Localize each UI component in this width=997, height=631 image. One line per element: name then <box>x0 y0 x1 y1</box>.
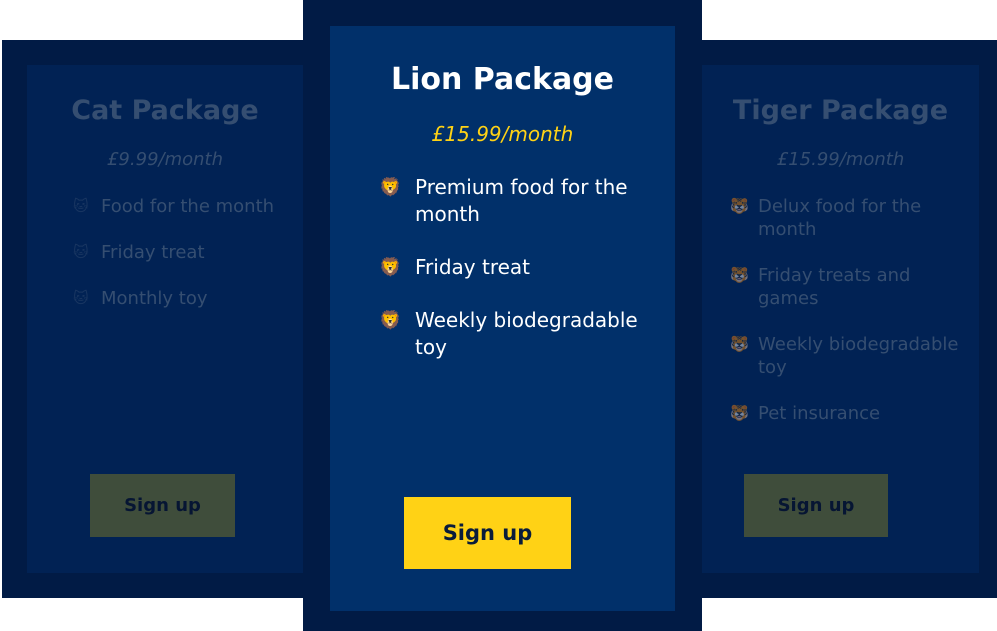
tiger-face-icon: 🐯 <box>730 197 749 215</box>
tiger-signup-button[interactable]: Sign up <box>744 474 888 537</box>
list-item: 🐯 Delux food for the month <box>730 195 970 241</box>
cat-package-title: Cat Package <box>71 95 259 126</box>
tiger-package-price: £15.99/month <box>776 149 905 170</box>
list-item: 🦁 Premium food for the month <box>379 174 659 228</box>
lion-feature-list: 🦁 Premium food for the month 🦁 Friday tr… <box>379 174 659 387</box>
list-item: 🐱 Friday treat <box>73 241 293 264</box>
tiger-feature-list: 🐯 Delux food for the month 🐯 Friday trea… <box>730 195 970 448</box>
tiger-package-card: Tiger Package £15.99/month 🐯 Delux food … <box>702 65 979 573</box>
tiger-face-icon: 🐯 <box>730 335 749 353</box>
feature-label: Weekly biodegradable toy <box>758 334 959 378</box>
feature-label: Friday treat <box>415 255 530 279</box>
cat-face-icon: 🐱 <box>73 243 89 261</box>
feature-label: Food for the month <box>101 196 275 217</box>
list-item: 🐯 Weekly biodegradable toy <box>730 333 970 379</box>
cat-package-frame: Cat Package £9.99/month 🐱 Food for the m… <box>2 40 312 598</box>
feature-label: Friday treat <box>101 242 205 263</box>
feature-label: Premium food for the month <box>415 175 628 226</box>
tiger-package-frame: Tiger Package £15.99/month 🐯 Delux food … <box>696 40 997 598</box>
cat-feature-list: 🐱 Food for the month 🐱 Friday treat 🐱 Mo… <box>73 195 293 333</box>
feature-label: Delux food for the month <box>758 196 922 240</box>
feature-label: Monthly toy <box>101 288 208 309</box>
cat-face-icon: 🐱 <box>73 197 89 215</box>
list-item: 🐱 Food for the month <box>73 195 293 218</box>
lion-signup-button[interactable]: Sign up <box>404 497 571 569</box>
lion-package-card: Lion Package £15.99/month 🦁 Premium food… <box>330 26 675 611</box>
feature-label: Friday treats and games <box>758 265 911 309</box>
tiger-package-title: Tiger Package <box>732 95 949 126</box>
cat-signup-button[interactable]: Sign up <box>90 474 235 537</box>
lion-package-frame: Lion Package £15.99/month 🦁 Premium food… <box>303 0 702 631</box>
cat-package-price: £9.99/month <box>106 149 223 170</box>
cat-face-icon: 🐱 <box>73 289 89 307</box>
feature-label: Pet insurance <box>758 403 881 424</box>
cat-package-card: Cat Package £9.99/month 🐱 Food for the m… <box>27 65 303 573</box>
tiger-face-icon: 🐯 <box>730 404 749 422</box>
lion-package-title: Lion Package <box>390 62 615 97</box>
lion-package-price: £15.99/month <box>431 122 574 146</box>
lion-face-icon: 🦁 <box>379 310 402 331</box>
list-item: 🐯 Pet insurance <box>730 402 970 425</box>
lion-face-icon: 🦁 <box>379 257 402 278</box>
lion-face-icon: 🦁 <box>379 177 402 198</box>
list-item: 🐯 Friday treats and games <box>730 264 970 310</box>
tiger-face-icon: 🐯 <box>730 266 749 284</box>
list-item: 🦁 Weekly biodegradable toy <box>379 307 659 361</box>
list-item: 🦁 Friday treat <box>379 254 659 281</box>
feature-label: Weekly biodegradable toy <box>415 308 638 359</box>
list-item: 🐱 Monthly toy <box>73 287 293 310</box>
